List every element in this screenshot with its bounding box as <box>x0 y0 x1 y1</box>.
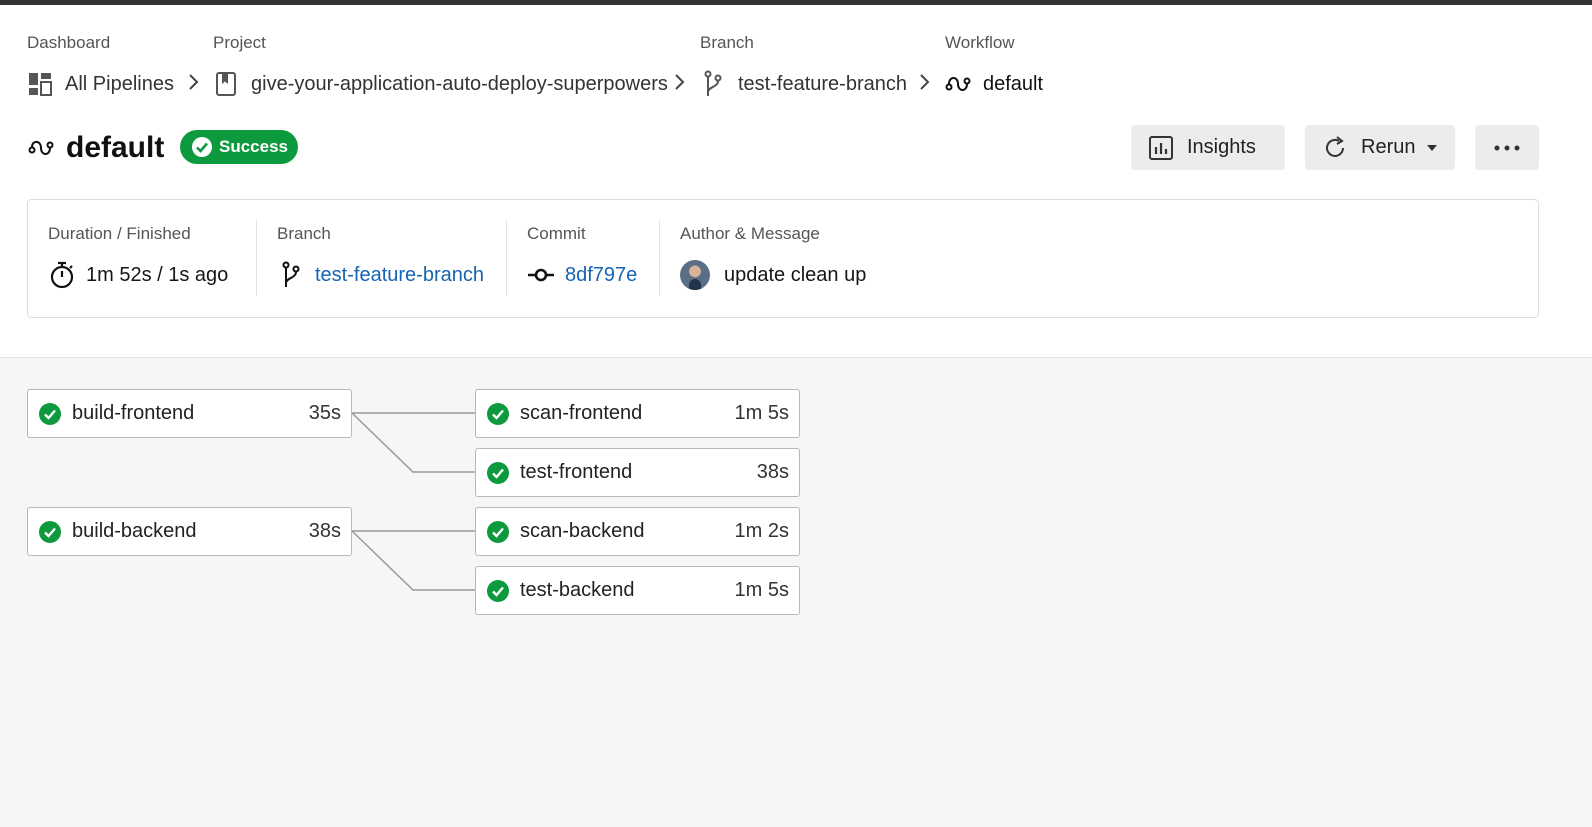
breadcrumb-dashboard-value: All Pipelines <box>65 72 174 95</box>
job-build-frontend[interactable]: build-frontend 35s <box>27 389 352 438</box>
job-name: scan-frontend <box>520 402 643 424</box>
branch-value: test-feature-branch <box>277 260 484 290</box>
check-circle-icon <box>487 579 509 602</box>
breadcrumb-project-link[interactable]: give-your-application-auto-deploy-superp… <box>213 68 668 100</box>
branch-link[interactable]: test-feature-branch <box>315 264 484 287</box>
workflow-icon <box>945 71 971 97</box>
branch-label: Branch <box>277 224 331 243</box>
commit-link[interactable]: 8df797e <box>565 264 637 287</box>
breadcrumb-branch-link[interactable]: test-feature-branch <box>700 68 907 100</box>
chevron-right-icon <box>675 74 685 90</box>
job-name: build-backend <box>72 520 197 542</box>
check-circle-icon <box>487 402 509 425</box>
chevron-right-icon <box>189 74 199 90</box>
job-name: scan-backend <box>520 520 645 542</box>
job-name: test-backend <box>520 579 635 601</box>
ellipsis-icon <box>1494 145 1520 150</box>
duration-text: 1m 52s / 1s ago <box>86 263 229 286</box>
job-duration: 38s <box>308 520 341 542</box>
job-test-backend[interactable]: test-backend 1m 5s <box>475 566 800 615</box>
check-circle-icon <box>39 520 61 543</box>
job-duration: 38s <box>756 461 789 483</box>
workflow-icon <box>28 134 56 162</box>
breadcrumb-workflow-current: default <box>945 68 1043 100</box>
job-duration: 1m 2s <box>734 520 789 542</box>
breadcrumb-project-value: give-your-application-auto-deploy-superp… <box>251 72 668 95</box>
commit-label: Commit <box>527 224 586 243</box>
workflow-info-card: Duration / Finished 1m 52s / 1s ago Bran… <box>27 199 1539 318</box>
job-build-backend[interactable]: build-backend 38s <box>27 507 352 556</box>
author-label: Author & Message <box>680 224 820 243</box>
job-test-frontend[interactable]: test-frontend 38s <box>475 448 800 497</box>
page-title: default <box>28 128 164 168</box>
breadcrumb-branch-label: Branch <box>700 33 754 52</box>
job-name: test-frontend <box>520 461 633 483</box>
job-duration: 1m 5s <box>734 402 789 424</box>
avatar[interactable] <box>680 260 710 290</box>
caret-down-icon <box>1427 144 1438 151</box>
job-duration: 35s <box>308 402 341 424</box>
job-scan-backend[interactable]: scan-backend 1m 2s <box>475 507 800 556</box>
job-duration: 1m 5s <box>734 579 789 601</box>
check-circle-icon <box>487 520 509 543</box>
breadcrumb-workflow-value: default <box>983 72 1044 95</box>
breadcrumb-dashboard-link[interactable]: All Pipelines <box>27 68 174 100</box>
workflow-name: default <box>66 131 165 164</box>
rerun-label: Rerun <box>1361 136 1416 158</box>
divider <box>506 220 507 296</box>
breadcrumb-branch-value: test-feature-branch <box>738 72 907 95</box>
refresh-icon <box>1321 134 1349 162</box>
check-circle-icon <box>39 402 61 425</box>
breadcrumb-project: Project give-your-application-auto-deplo… <box>213 32 668 100</box>
breadcrumb-project-label: Project <box>213 33 266 52</box>
pipeline-graph: build-frontend 35s scan-frontend 1m 5s t… <box>0 357 1592 827</box>
duration-label: Duration / Finished <box>48 224 191 243</box>
breadcrumb-dashboard: Dashboard All Pipelines <box>27 32 174 100</box>
breadcrumb-branch: Branch test-feature-branch <box>700 32 907 100</box>
branch-icon <box>277 261 305 289</box>
chevron-right-icon <box>920 74 930 90</box>
commit-value: 8df797e <box>527 260 637 290</box>
commit-message: update clean up <box>724 263 867 286</box>
job-scan-frontend[interactable]: scan-frontend 1m 5s <box>475 389 800 438</box>
breadcrumb-dashboard-label: Dashboard <box>27 33 111 52</box>
author-value: update clean up <box>680 260 866 290</box>
divider <box>256 220 257 296</box>
commit-icon <box>527 261 555 289</box>
project-icon <box>213 71 239 97</box>
duration-value: 1m 52s / 1s ago <box>48 260 228 290</box>
check-circle-icon <box>487 461 509 484</box>
dashboard-icon <box>27 71 53 97</box>
divider <box>659 220 660 296</box>
check-circle-icon <box>191 136 213 158</box>
insights-label: Insights <box>1187 136 1256 158</box>
more-options-button[interactable] <box>1475 125 1539 170</box>
breadcrumb-workflow-label: Workflow <box>945 33 1015 52</box>
job-name: build-frontend <box>72 402 195 424</box>
status-text: Success <box>219 137 288 156</box>
status-badge: Success <box>180 130 298 164</box>
breadcrumb-workflow: Workflow default <box>945 32 1043 100</box>
rerun-button[interactable]: Rerun <box>1305 125 1455 170</box>
insights-button[interactable]: Insights <box>1131 125 1285 170</box>
stopwatch-icon <box>48 261 76 289</box>
insights-icon <box>1147 134 1175 162</box>
branch-icon <box>700 70 726 97</box>
top-bar <box>0 0 1592 5</box>
